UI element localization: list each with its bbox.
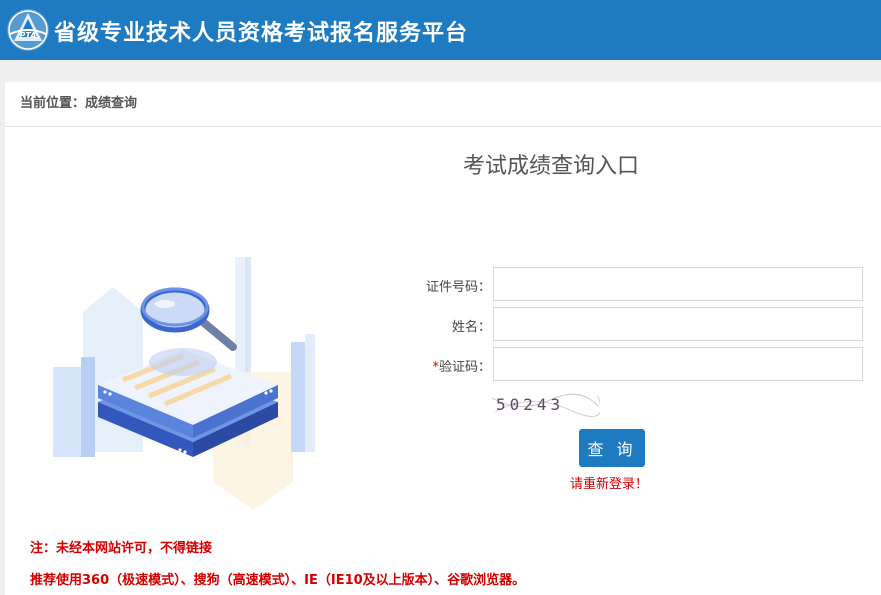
name-input[interactable] <box>493 307 863 341</box>
main-content: 当前位置：成绩查询 考试成绩查询入口 证件号码： 姓名： *验证码： 50243… <box>5 82 881 595</box>
query-button[interactable]: 查 询 <box>579 429 645 467</box>
header-bar: PTA 省级专业技术人员资格考试报名服务平台 <box>0 0 881 60</box>
pta-logo-icon: PTA <box>7 9 49 51</box>
captcha-label-wrap: *验证码： <box>399 356 491 375</box>
breadcrumb: 当前位置：成绩查询 <box>5 82 881 127</box>
search-illustration-icon <box>53 257 315 510</box>
captcha-text: 50243 <box>496 395 564 414</box>
captcha-image[interactable]: 50243 <box>490 388 600 420</box>
logo-text: PTA <box>20 31 37 40</box>
name-label: 姓名： <box>451 320 491 335</box>
link-notice: 注：未经本网站许可，不得链接 <box>30 541 213 556</box>
browser-recommendation: 推荐使用360（极速模式）、搜狗（高速模式）、IE（IE10及以上版本）、谷歌浏… <box>30 573 526 588</box>
form-title: 考试成绩查询入口 <box>463 154 640 179</box>
login-message: 请重新登录！ <box>570 477 649 492</box>
id-number-label: 证件号码： <box>425 280 491 295</box>
id-number-input[interactable] <box>493 267 863 301</box>
captcha-input[interactable] <box>493 347 863 381</box>
site-title: 省级专业技术人员资格考试报名服务平台 <box>54 21 469 46</box>
captcha-label: 验证码： <box>438 360 491 375</box>
